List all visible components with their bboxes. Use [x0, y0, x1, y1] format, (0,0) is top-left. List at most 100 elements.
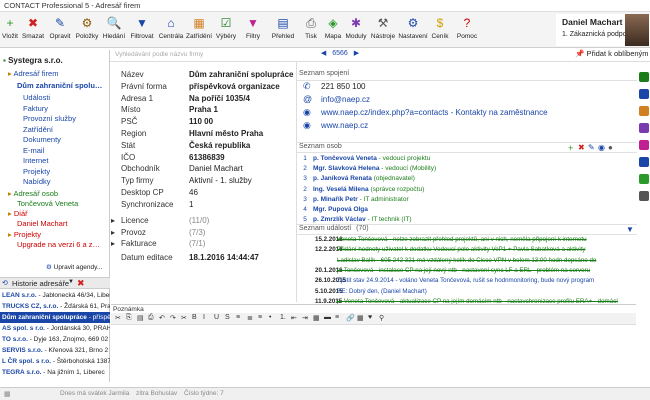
pager-next-icon[interactable]: ▶: [354, 50, 359, 57]
connection-item[interactable]: 221 850 100: [321, 82, 366, 91]
tree-item[interactable]: Provozní služby: [23, 114, 76, 123]
history-item[interactable]: Dům zahraniční spolupráce - příspěvková: [0, 312, 110, 323]
notes-tool-icon[interactable]: ⎙: [148, 314, 154, 322]
tree-item[interactable]: Zatřídění: [23, 125, 53, 134]
avatar[interactable]: [625, 14, 649, 46]
toolbar-button-delete[interactable]: ✖ Smazat: [20, 14, 46, 46]
search-input[interactable]: Vyhledávání podle názvu firmy: [111, 49, 296, 61]
tree-diary-person[interactable]: Daniel Machart: [17, 219, 67, 228]
group-label[interactable]: Fakturace: [121, 239, 157, 248]
group-expander[interactable]: ▸: [111, 239, 115, 248]
notes-tool-icon[interactable]: ≣: [247, 314, 253, 322]
tree-item[interactable]: Nabídky: [23, 177, 51, 186]
tree-item[interactable]: Internet: [23, 156, 48, 165]
toolbar-button-filter[interactable]: ▼ Filtrovat: [128, 14, 156, 46]
tree-selected[interactable]: Dům zahraniční spolu…: [17, 81, 102, 90]
event-row[interactable]: 26.10.2015Zjistit stav 24.9.2014 - volán…: [297, 277, 633, 287]
event-row[interactable]: 12.2.2016Přidání hodnoty uživatel k doda…: [297, 246, 633, 256]
toolbar-button-search[interactable]: 🔍 Hledání: [100, 14, 128, 46]
connection-item[interactable]: www.naep.cz/index.php?a=contacts - Konta…: [321, 108, 548, 117]
tree-company[interactable]: ▪ Systegra s.r.o.: [3, 56, 63, 65]
tree-projects[interactable]: ▸ Projekty: [8, 230, 41, 239]
event-row[interactable]: 15.2.2016Veneta Tončevová - nelze zobraz…: [297, 236, 633, 246]
history-clear-icon[interactable]: ✖: [77, 278, 85, 289]
toolbar-button-hq[interactable]: ⌂ Centrála: [156, 14, 186, 46]
toolbar-button-tools[interactable]: ⚒ Nástroje: [368, 14, 398, 46]
notes-tool-icon[interactable]: ✂: [181, 314, 187, 322]
group-label[interactable]: Licence: [121, 216, 149, 225]
person-row[interactable]: 5 p. Zmrzlík Václav - IT technik (IT): [297, 216, 617, 226]
group-expander[interactable]: ▸: [111, 228, 115, 237]
toolbar-button-selection[interactable]: ☑ Výběry: [212, 14, 240, 46]
history-item[interactable]: TRUCKS CZ, s.r.o. - Žďárská 61, Praha: [0, 301, 110, 312]
notes-tool-icon[interactable]: ↷: [170, 314, 176, 322]
toolbar-button-edit[interactable]: ✎ Opravit: [46, 14, 74, 46]
person-row[interactable]: 3 p. Minařík Petr - IT administrator: [297, 196, 617, 206]
connection-item[interactable]: info@naep.cz: [321, 95, 370, 104]
group-expander[interactable]: ▸: [111, 216, 115, 225]
edit-agendas-button[interactable]: ⚙ Upravit agendy...: [46, 263, 102, 271]
toolbar-button-settings[interactable]: ⚙ Nastavení: [398, 14, 428, 46]
toolbar-button-map[interactable]: ◈ Mapa: [322, 14, 344, 46]
group-label[interactable]: Provoz: [121, 228, 146, 237]
history-item[interactable]: AS spol. s r.o. - Jordánská 30, PRAHA: [0, 323, 110, 334]
notes-tool-icon[interactable]: ♥: [368, 314, 372, 321]
tree-item[interactable]: E-mail: [23, 146, 44, 155]
settings-icon[interactable]: [639, 191, 649, 201]
history-dropdown-icon[interactable]: ▼: [68, 279, 74, 285]
mail-icon[interactable]: [639, 157, 649, 167]
tree-upgrade[interactable]: Upgrade na verzi 6 a z…: [17, 240, 100, 249]
pager-prev-icon[interactable]: ◀: [321, 50, 326, 57]
history-item[interactable]: L ČR spol. s r.o. - Štěrboholská 1387/1: [0, 356, 110, 367]
info-person-icon[interactable]: ●: [608, 143, 613, 152]
person-row[interactable]: 4 Mgr. Pupová Olga: [297, 206, 617, 216]
notes-tool-icon[interactable]: 🔗: [346, 314, 355, 322]
contacts-icon[interactable]: [639, 72, 649, 82]
notes-tool-icon[interactable]: ⇤: [291, 314, 297, 322]
info-icon[interactable]: [639, 89, 649, 99]
notes-tool-icon[interactable]: I: [203, 314, 205, 321]
event-row[interactable]: 5.10.2015RE: Dobrý den, (Daniel Machart): [297, 288, 633, 298]
tree-contact-person[interactable]: Tončevová Veneta: [17, 199, 78, 208]
notes-tool-icon[interactable]: ⚲: [379, 314, 384, 322]
tree-item[interactable]: Faktury: [23, 104, 48, 113]
history-item[interactable]: LEAN s.r.o. - Jablonecká 46/34, Liberec …: [0, 290, 110, 301]
notes-tool-icon[interactable]: B: [192, 314, 197, 321]
notes-tool-icon[interactable]: ✂: [115, 314, 121, 322]
add-person-icon[interactable]: +: [568, 143, 573, 153]
toolbar-button-filters[interactable]: ▼ Filtry: [240, 14, 266, 46]
notes-tool-icon[interactable]: ≡: [335, 314, 339, 321]
toolbar-button-print[interactable]: ⎙ Tisk: [300, 14, 322, 46]
toolbar-button-help[interactable]: ? Pomoc: [452, 14, 482, 46]
filters-icon[interactable]: [639, 140, 649, 150]
toolbar-button-pricelist[interactable]: $ Ceník: [428, 14, 452, 46]
event-row[interactable]: 20.1.2016p. Tončevová - instalace CP na …: [297, 267, 633, 277]
filter-icon[interactable]: ▼: [626, 225, 634, 234]
toolbar-button-items[interactable]: ⚙ Položky: [74, 14, 100, 46]
notes-tool-icon[interactable]: ▬: [324, 314, 331, 321]
move-person-icon[interactable]: ◉: [598, 143, 605, 152]
toolbar-button-category[interactable]: ▦ Zatřídění: [186, 14, 212, 46]
notes-tool-icon[interactable]: ▦: [313, 314, 320, 322]
notes-tool-icon[interactable]: ≡: [236, 314, 240, 321]
person-row[interactable]: 3 p. Janíková Renata (objednavatel): [297, 175, 617, 185]
person-row[interactable]: 1 p. Tončevová Veneta - vedoucí projektu: [297, 155, 617, 165]
history-item[interactable]: TO s.r.o. - Dyje 163, Znojmo, 669 02: [0, 334, 110, 345]
history-item[interactable]: SERVIS s.r.o. - Křenová 321, Brno 2: [0, 345, 110, 356]
documents-icon[interactable]: [639, 106, 649, 116]
notes-tool-icon[interactable]: ▦: [357, 314, 364, 322]
event-row[interactable]: Ladislav Balík - 605 242 321 má vzdálený…: [297, 257, 633, 267]
tree-contacts[interactable]: ▸ Adresář osob: [8, 189, 58, 198]
favorite-button[interactable]: 📌 Přidat k oblíbeným: [575, 49, 650, 61]
notes-editor[interactable]: [111, 326, 636, 386]
tree-diary[interactable]: ▸ Diář: [8, 209, 28, 218]
tree-addr-book[interactable]: ▸ Adresář firem: [8, 69, 58, 78]
tree-item[interactable]: Dokumenty: [23, 135, 61, 144]
notes-tool-icon[interactable]: U: [214, 314, 219, 321]
edit-person-icon[interactable]: ✎: [588, 143, 595, 152]
modules-icon[interactable]: [639, 123, 649, 133]
pager[interactable]: ◀ 6566 ▶: [310, 49, 370, 61]
notes-tool-icon[interactable]: S: [225, 314, 230, 321]
notes-tool-icon[interactable]: ⇥: [302, 314, 308, 322]
person-row[interactable]: 2 Ing. Veselá Milena (správce rozpočtu): [297, 186, 617, 196]
